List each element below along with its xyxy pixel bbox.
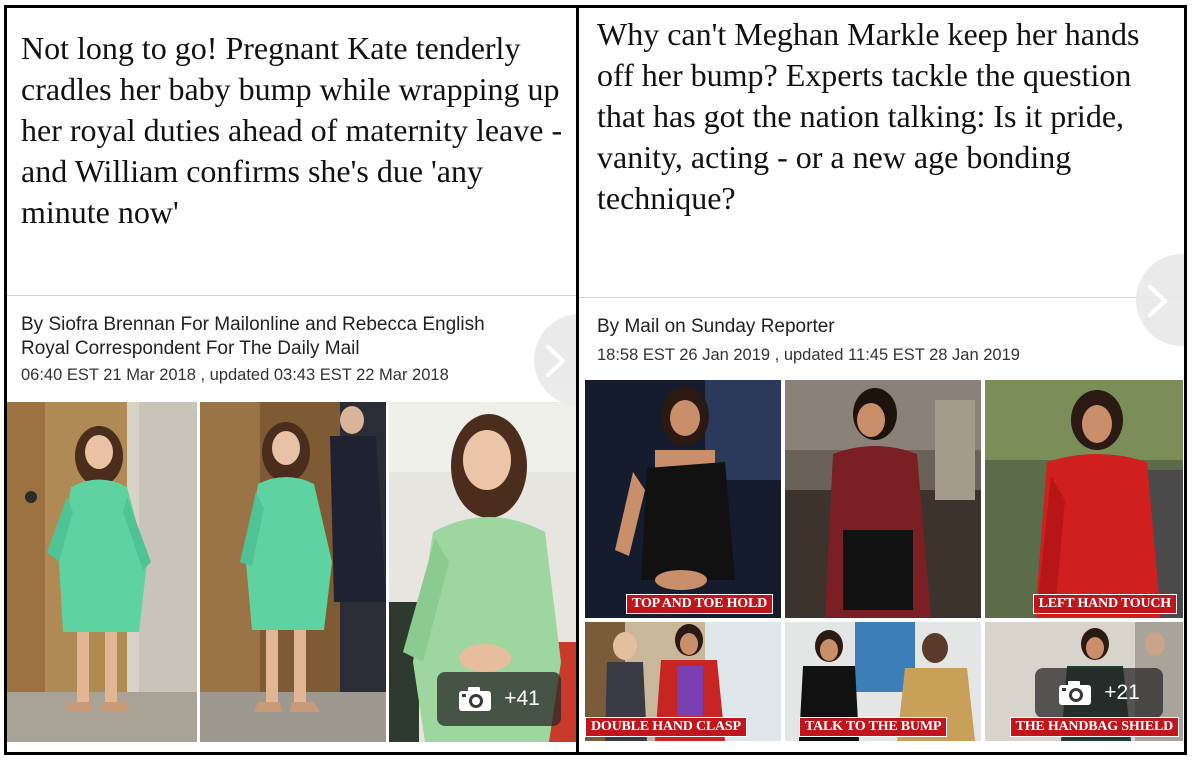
photo-illustration [7, 402, 197, 742]
article-meta: By Mail on Sunday Reporter 18:58 EST 26 … [597, 315, 1177, 366]
photo-count: +21 [1104, 681, 1140, 704]
caption-the-handbag-shield: THE HANDBAG SHIELD [1009, 717, 1179, 737]
photo-left-hand-touch[interactable]: LEFT HAND TOUCH [985, 380, 1183, 618]
photo-handbag-shield[interactable]: +21 THE HANDBAG SHIELD [985, 622, 1183, 741]
divider-rule [579, 297, 1184, 298]
photo-kate-doorway[interactable] [7, 402, 197, 742]
caption-top-and-toe-hold: TOP AND TOE HOLD [626, 594, 773, 614]
article-timestamp: 18:58 EST 26 Jan 2019 , updated 11:45 ES… [597, 346, 1020, 364]
article-card-meghan[interactable]: Why can't Meghan Markle keep her hands o… [579, 8, 1184, 752]
caption-double-hand-clasp: DOUBLE HAND CLASP [585, 717, 747, 737]
article-timestamp: 06:40 EST 21 Mar 2018 , updated 03:43 ES… [21, 366, 449, 384]
byline-line-1: By Siofra Brennan For Mailonline and Reb… [21, 314, 485, 335]
article-headline[interactable]: Not long to go! Pregnant Kate tenderly c… [21, 28, 566, 233]
camera-icon [459, 687, 492, 711]
divider-rule [7, 295, 576, 296]
photo-count-badge[interactable]: +41 [437, 672, 561, 726]
article-card-kate[interactable]: Not long to go! Pregnant Kate tenderly c… [7, 8, 576, 752]
caption-talk-to-the-bump: TALK TO THE BUMP [799, 717, 948, 737]
photo-illustration [200, 402, 386, 742]
photo-count-badge[interactable]: +21 [1035, 668, 1163, 718]
byline: By Mail on Sunday Reporter [597, 316, 835, 337]
camera-icon [1059, 681, 1092, 705]
caption-left-hand-touch: LEFT HAND TOUCH [1032, 594, 1177, 614]
photo-meghan-kitchen[interactable] [785, 380, 981, 618]
photo-top-and-toe-hold[interactable]: TOP AND TOE HOLD [585, 380, 781, 618]
byline-line-2: Royal Correspondent For The Daily Mail [21, 338, 360, 359]
photo-count: +41 [504, 687, 540, 710]
photo-illustration [785, 380, 981, 618]
article-meta: By Siofra Brennan For Mailonline and Reb… [21, 313, 561, 386]
article-headline[interactable]: Why can't Meghan Markle keep her hands o… [597, 14, 1177, 219]
photo-grid[interactable]: TOP AND TOE HOLD LEFT HAND TOUCH DOUBLE … [585, 380, 1183, 741]
photo-kate-walking[interactable] [200, 402, 386, 742]
chevron-right-icon [546, 345, 565, 377]
photo-talk-to-the-bump[interactable]: TALK TO THE BUMP [785, 622, 981, 741]
chevron-right-icon [1148, 285, 1167, 317]
photo-double-hand-clasp[interactable]: DOUBLE HAND CLASP [585, 622, 781, 741]
photo-illustration [585, 380, 781, 618]
photo-illustration [985, 380, 1183, 618]
photo-strip[interactable]: +41 [7, 402, 576, 742]
photo-kate-closeup[interactable]: +41 [389, 402, 576, 742]
